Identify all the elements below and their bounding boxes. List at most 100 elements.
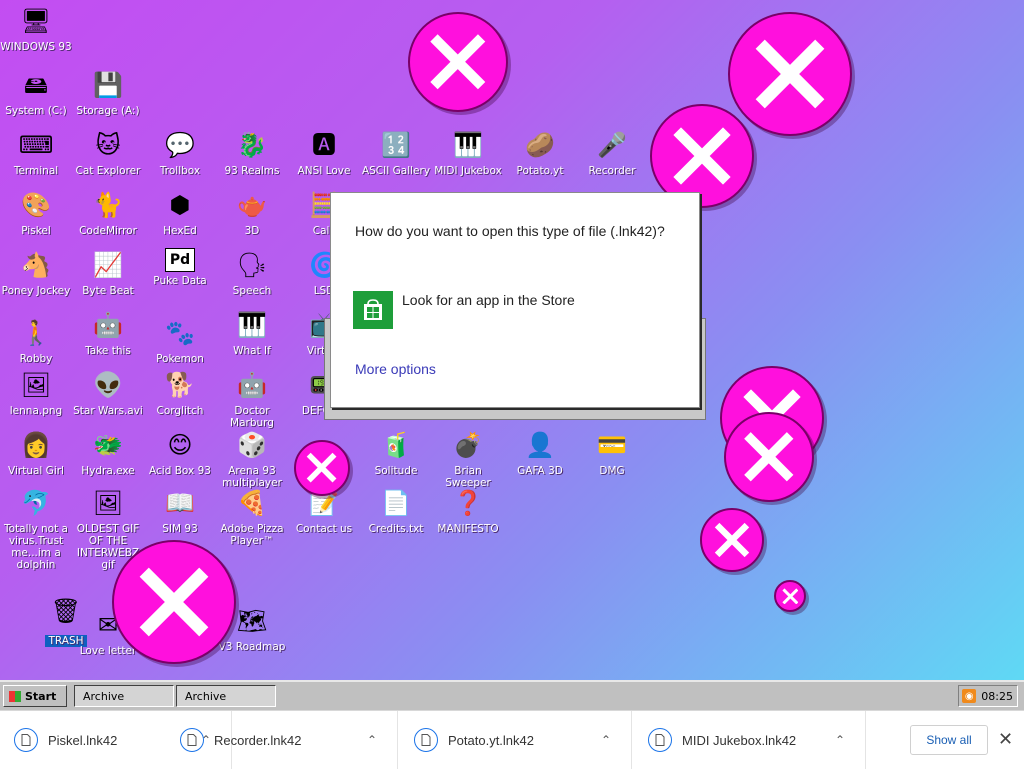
- download-item[interactable]: MIDI Jukebox.lnk42 ⌃: [634, 711, 866, 769]
- desktop-icon-gafa-3d[interactable]: 👤 GAFA 3D: [504, 428, 576, 477]
- desktop-icon-dolphin[interactable]: 🐬 Totally not a virus.Trust me...im a dol…: [0, 486, 72, 571]
- popup-close-x-8[interactable]: [774, 580, 806, 612]
- desktop-icon-potato-yt[interactable]: 🥔 Potato.yt: [504, 128, 576, 177]
- desktop-icon-cat-explorer[interactable]: 🐱 Cat Explorer: [72, 128, 144, 177]
- desktop-icon-codemirror[interactable]: 🐈 CodeMirror: [72, 188, 144, 237]
- file-icon: [14, 728, 38, 752]
- taskbar-window-archive-2[interactable]: Archive: [176, 685, 276, 707]
- chevron-up-icon[interactable]: ⌃: [835, 733, 845, 747]
- desktop-icon-solitude[interactable]: 🧃 Solitude: [360, 428, 432, 477]
- desktop-icon-speech[interactable]: 🗣 Speech: [216, 248, 288, 297]
- desktop-icon-what-if[interactable]: 🎹 What If: [216, 308, 288, 357]
- icon-label: Totally not a virus.Trust me...im a dolp…: [4, 523, 68, 571]
- piano-icon: 🎹: [453, 131, 483, 159]
- download-item[interactable]: Potato.yt.lnk42 ⌃: [400, 711, 632, 769]
- close-icon: [430, 34, 486, 90]
- desktop-icon-acid-box-93[interactable]: 😊 Acid Box 93: [144, 428, 216, 477]
- open-with-dialog: How do you want to open this type of fil…: [330, 192, 700, 408]
- desktop-icon-storage-a[interactable]: 💾 Storage (A:): [72, 68, 144, 117]
- numbers-icon: 🔢: [381, 131, 411, 159]
- icon-label: Virtual Girl: [8, 465, 64, 477]
- desktop-icon-star-wars-avi[interactable]: 👽 Star Wars.avi: [72, 368, 144, 417]
- drive-icon: 🖴: [23, 71, 49, 99]
- icon-label: SIM 93: [162, 523, 198, 535]
- desktop-icon-recorder[interactable]: 🎤 Recorder: [576, 128, 648, 177]
- popup-close-x-6[interactable]: [294, 440, 350, 496]
- show-all-button[interactable]: Show all: [910, 725, 988, 755]
- desktop-icon-robby[interactable]: 🚶 Robby: [0, 316, 72, 365]
- desktop-icon-hexed[interactable]: ⬢ HexEd: [144, 188, 216, 237]
- windows-logo-icon: [9, 690, 21, 702]
- desktop-icon-piskel[interactable]: 🎨 Piskel: [0, 188, 72, 237]
- desktop-icon-system-c[interactable]: 🖴 System (C:): [0, 68, 72, 117]
- chat-icon: 💬: [165, 131, 195, 159]
- desktop-icon-sim-93[interactable]: 📖 SIM 93: [144, 486, 216, 535]
- store-option[interactable]: Look for an app in the Store: [353, 291, 575, 329]
- close-download-bar-icon[interactable]: ✕: [998, 729, 1013, 750]
- desktop-icon-windows93[interactable]: 🖥 WINDOWS 93: [0, 4, 72, 53]
- taskbar-window-label: Archive: [185, 689, 227, 703]
- icon-label: Piskel: [21, 225, 51, 237]
- book-icon: 📖: [165, 489, 195, 517]
- desktop-icon-midi-jukebox[interactable]: 🎹 MIDI Jukebox: [432, 128, 504, 177]
- corgi-icon: 🐕: [165, 371, 195, 399]
- icon-label: Robby: [19, 353, 53, 365]
- chevron-up-icon[interactable]: ⌃: [601, 733, 611, 747]
- desktop-icon-hydra-exe[interactable]: 🐲 Hydra.exe: [72, 428, 144, 477]
- desktop-icon-93-realms[interactable]: 🐉 93 Realms: [216, 128, 288, 177]
- desktop-icon-pokemon[interactable]: 🐾 Pokemon: [144, 316, 216, 365]
- popup-close-x-1[interactable]: [408, 12, 508, 112]
- popup-close-x-2[interactable]: [728, 12, 852, 136]
- more-options-link[interactable]: More options: [355, 361, 436, 377]
- face-3d-icon: 👤: [525, 431, 555, 459]
- dialog-question: How do you want to open this type of fil…: [355, 223, 665, 239]
- icon-label: ASCII Gallery: [361, 165, 431, 177]
- desktop-icon-take-this[interactable]: 🤖 Take this: [72, 308, 144, 357]
- image-file-icon: 🖼: [20, 371, 52, 399]
- start-button[interactable]: Start: [3, 685, 67, 707]
- desktop-icon-puke-data[interactable]: Pd Puke Data: [144, 248, 216, 287]
- chevron-up-icon[interactable]: ⌃: [367, 733, 377, 747]
- smiley-icon: 😊: [167, 431, 193, 459]
- icon-label: lenna.png: [9, 405, 63, 417]
- microphone-icon: 🎤: [597, 131, 627, 159]
- desktop-icon-ascii-gallery[interactable]: 🔢 ASCII Gallery: [360, 128, 432, 177]
- desktop-icon-trollbox[interactable]: 💬 Trollbox: [144, 128, 216, 177]
- icon-label: 93 Realms: [224, 165, 280, 177]
- desktop-icon-3d[interactable]: 🫖 3D: [216, 188, 288, 237]
- desktop-icon-arena-93[interactable]: 🎲 Arena 93 multiplayer: [216, 428, 288, 489]
- dragon-icon: 🐉: [237, 131, 267, 159]
- desktop-icon-brian-sweeper[interactable]: 💣 Brian Sweeper: [432, 428, 504, 489]
- popup-close-x-9[interactable]: [112, 540, 236, 664]
- rss-icon[interactable]: ◉: [962, 689, 977, 703]
- desktop-icon-lenna-png[interactable]: 🖼 lenna.png: [0, 368, 72, 417]
- character-icon: 🤖: [93, 311, 123, 339]
- computer-icon: 🖥: [20, 7, 52, 35]
- popup-close-x-7[interactable]: [700, 508, 764, 572]
- desktop-icon-poney-jockey[interactable]: 🐴 Poney Jockey: [0, 248, 72, 297]
- close-icon: [755, 39, 825, 109]
- icon-label: 3D: [244, 225, 260, 237]
- waveform-icon: 📈: [93, 251, 123, 279]
- desktop-icon-dmg[interactable]: 💳 DMG: [576, 428, 648, 477]
- download-filename: Recorder.lnk42: [214, 732, 302, 748]
- cat-icon: 🐈: [93, 191, 123, 219]
- taskbar-window-archive-1[interactable]: Archive: [74, 685, 174, 707]
- desktop-icon-doctor-marburg[interactable]: 🤖 Doctor Marburg: [216, 368, 288, 429]
- desktop-icon-ansi-love[interactable]: 🅰 ANSI Love: [288, 128, 360, 177]
- close-icon: [307, 453, 337, 483]
- desktop-icon-credits-txt[interactable]: 📄 Credits.txt: [360, 486, 432, 535]
- popup-close-x-5[interactable]: [724, 412, 814, 502]
- desktop-icon-adobe-pizza[interactable]: 🍕 Adobe Pizza Player™: [216, 486, 288, 547]
- icon-label: Pokemon: [156, 353, 204, 365]
- desktop-icon-virtual-girl[interactable]: 👩 Virtual Girl: [0, 428, 72, 477]
- desktop-icon-terminal[interactable]: ⌨ Terminal: [0, 128, 72, 177]
- download-item[interactable]: Recorder.lnk42 ⌃: [166, 711, 398, 769]
- desktop-icon-corglitch[interactable]: 🐕 Corglitch: [144, 368, 216, 417]
- icon-label: ANSI Love: [297, 165, 351, 177]
- icon-label: Byte Beat: [82, 285, 134, 297]
- desktop-icon-manifesto[interactable]: ❓ MANIFESTO: [432, 486, 504, 535]
- desktop-icon-byte-beat[interactable]: 📈 Byte Beat: [72, 248, 144, 297]
- start-label: Start: [25, 689, 57, 703]
- icon-label: Speech: [232, 285, 272, 297]
